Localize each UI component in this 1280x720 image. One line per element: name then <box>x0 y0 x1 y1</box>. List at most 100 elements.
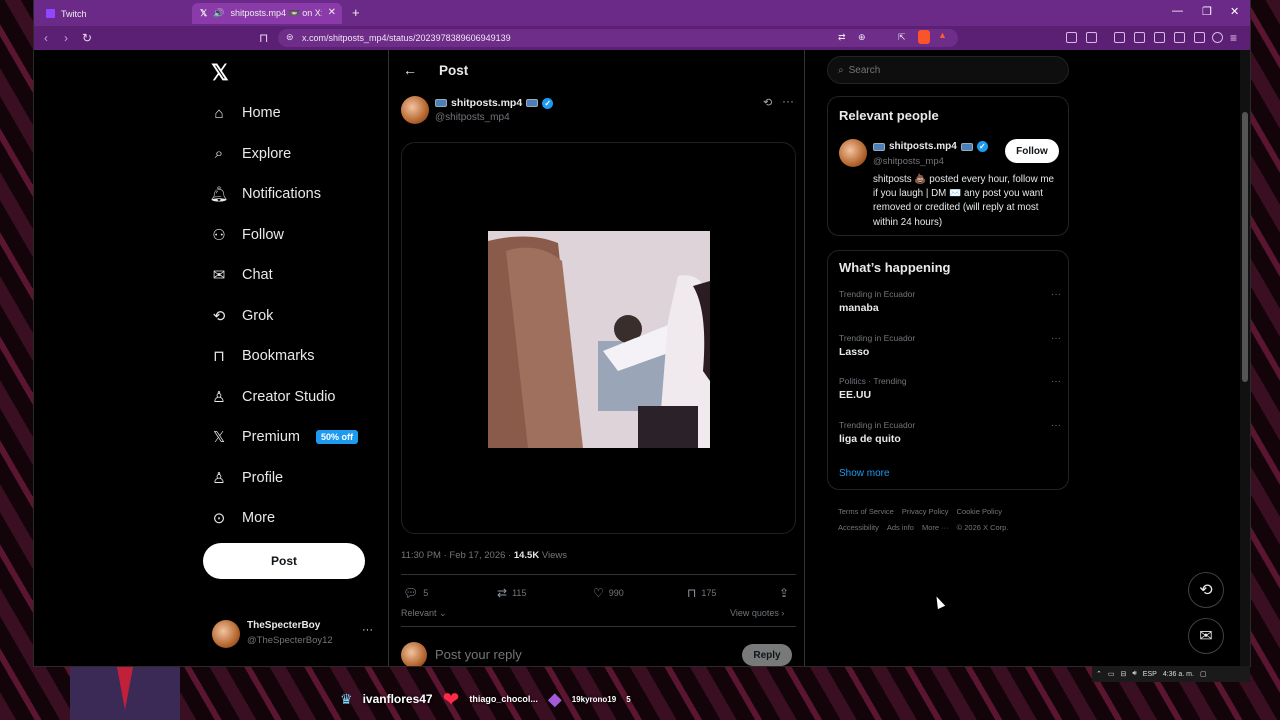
views-count: 14.5K <box>513 550 540 561</box>
translate-icon[interactable]: ⇄ <box>838 32 846 43</box>
downloads-icon[interactable] <box>1114 32 1125 43</box>
network-icon: ⊟ <box>1120 671 1127 678</box>
follow-button[interactable]: Follow <box>1005 139 1059 163</box>
nav-item-home[interactable]: ⌂ Home <box>210 98 280 128</box>
more-dots-icon[interactable]: ··· <box>1051 289 1061 300</box>
language-indicator[interactable]: ESP <box>1143 671 1157 678</box>
relevant-people-card: Relevant people shitposts.mp4 ✓ @shitpos… <box>827 96 1069 236</box>
grok-icon[interactable]: ⟲ <box>763 96 772 109</box>
view-quotes-link[interactable]: View quotes › <box>730 608 784 618</box>
zoom-icon[interactable]: ⊕ <box>858 32 866 43</box>
reply-action[interactable]: 💬︎ 5 <box>403 586 428 600</box>
like-action[interactable]: ♡ 990 <box>593 586 624 600</box>
trend-item[interactable]: Trending in Ecuador Lasso ··· <box>839 333 1061 371</box>
author-handle[interactable]: @shitposts_mp4 <box>435 112 510 123</box>
stream-overlay-background: Twitch 𝕏 🔊 shitposts.mp4 📼 on X: "... ✕ … <box>0 0 1280 720</box>
nav-item-creator-studio[interactable]: ♙ Creator Studio <box>210 382 335 412</box>
trend-item[interactable]: Politics · Trending EE.UU ··· <box>839 376 1061 414</box>
person-avatar[interactable] <box>839 139 867 167</box>
extensions-icon[interactable] <box>1066 32 1077 43</box>
video-frame[interactable] <box>488 231 710 448</box>
speaker-icon: 🔊 <box>213 8 225 18</box>
x-logo-icon[interactable]: 𝕏 <box>211 60 229 86</box>
reply-input[interactable] <box>435 647 715 662</box>
menu-icon[interactable]: ≡ <box>1230 31 1237 45</box>
trend-item[interactable]: Trending in Ecuador manaba ··· <box>839 289 1061 327</box>
share-action[interactable]: ⇪ <box>779 586 789 600</box>
more-dots-icon[interactable]: ··· <box>1051 420 1061 431</box>
footer-link[interactable]: More ··· <box>922 523 949 532</box>
footer-link[interactable]: © 2026 X Corp. <box>957 523 1009 532</box>
tab-x-post[interactable]: 𝕏 🔊 shitposts.mp4 📼 on X: "... ✕ <box>192 3 342 24</box>
home-icon: ⌂ <box>214 104 224 122</box>
show-more-link[interactable]: Show more <box>839 468 890 479</box>
scrollbar[interactable] <box>1240 50 1250 666</box>
trend-item[interactable]: Trending in Ecuador liga de quito ··· <box>839 420 1061 458</box>
footer-link[interactable]: Ads info <box>887 523 914 532</box>
url-text: x.com/shitposts_mp4/status/2023978389606… <box>302 33 511 43</box>
nav-item-explore[interactable]: ⌕ Explore <box>210 139 291 169</box>
account-switcher[interactable]: TheSpecterBoy @TheSpecterBoy12 ··· <box>212 616 382 656</box>
brave-shield-icon[interactable] <box>918 30 930 44</box>
scrollbar-thumb[interactable] <box>1242 112 1248 382</box>
wallet-icon[interactable] <box>1174 32 1185 43</box>
bookmark-action[interactable]: ⊓ 175 <box>687 586 716 600</box>
restore-icon[interactable]: ❐ <box>1202 5 1212 18</box>
person-handle[interactable]: @shitposts_mp4 <box>873 156 944 167</box>
forward-nav-icon[interactable]: › <box>64 31 68 45</box>
trend-name: EE.UU <box>839 389 872 401</box>
reload-icon[interactable]: ↻ <box>82 31 92 45</box>
url-field[interactable]: ⊜ x.com/shitposts_mp4/status/20239783896… <box>278 29 958 47</box>
video-player[interactable] <box>401 142 796 534</box>
nav-item-chat[interactable]: ✉ Chat <box>210 260 273 290</box>
mail-icon: ✉ <box>212 267 226 284</box>
more-dots-icon[interactable]: ··· <box>362 624 373 636</box>
nav-item-profile[interactable]: ♙ Profile <box>210 463 283 493</box>
author-name[interactable]: shitposts.mp4 ✓ <box>435 97 554 109</box>
back-arrow-icon[interactable]: ← <box>403 62 417 78</box>
nav-item-notifications[interactable]: 🔔︎ Notifications <box>209 179 321 209</box>
messages-fab-icon[interactable]: ✉ <box>1188 618 1224 654</box>
panel-icon[interactable] <box>1154 32 1165 43</box>
twitch-icon <box>46 9 55 18</box>
new-tab-icon[interactable]: + <box>352 5 360 20</box>
rewards-icon[interactable]: ▲ <box>938 30 947 40</box>
footer-link[interactable]: Accessibility <box>838 523 879 532</box>
bookmark-page-icon[interactable]: ⊓ <box>259 31 268 45</box>
post-button[interactable]: Post <box>203 543 365 579</box>
more-dots-icon[interactable]: ··· <box>782 94 794 108</box>
volume-icon[interactable]: 🔊︎ <box>1132 670 1136 678</box>
back-nav-icon[interactable]: ‹ <box>44 31 48 45</box>
person-name[interactable]: shitposts.mp4 ✓ <box>873 141 988 152</box>
footer-link[interactable]: Cookie Policy <box>957 507 1002 516</box>
premium-badge[interactable]: 50% off <box>316 430 359 444</box>
history-icon[interactable] <box>1134 32 1145 43</box>
leo-icon[interactable] <box>1194 32 1205 43</box>
close-tab-icon[interactable]: ✕ <box>328 7 336 18</box>
vpn-icon[interactable] <box>1212 32 1223 43</box>
minimize-icon[interactable]: — <box>1172 5 1183 17</box>
repost-action[interactable]: ⇄ 115 <box>497 586 526 600</box>
nav-item-follow[interactable]: ⚇ Follow <box>210 220 284 250</box>
footer-link[interactable]: Terms of Service <box>838 507 894 516</box>
notifications-icon[interactable]: ▢ <box>1200 670 1207 678</box>
nav-item-bookmarks[interactable]: ⊓ Bookmarks <box>210 341 314 371</box>
reply-sort-dropdown[interactable]: Relevant ⌄ <box>401 608 447 619</box>
card-title: What’s happening <box>839 260 951 275</box>
search-input[interactable]: ⌕ Search <box>827 56 1069 84</box>
reply-button[interactable]: Reply <box>742 644 792 666</box>
person-add-icon: ⚇ <box>212 226 226 244</box>
more-dots-icon[interactable]: ··· <box>1051 376 1061 387</box>
nav-item-grok[interactable]: ⟲ Grok <box>210 301 274 331</box>
grok-fab-icon[interactable]: ⟲ <box>1188 572 1224 608</box>
nav-item-more[interactable]: ⊙ More <box>210 503 275 533</box>
nav-item-premium[interactable]: 𝕏 Premium 50% off <box>210 422 359 452</box>
chevron-up-icon[interactable]: ⌃ <box>1096 670 1102 678</box>
close-window-icon[interactable]: ✕ <box>1230 5 1239 18</box>
sidebar-toggle-icon[interactable] <box>1086 32 1097 43</box>
tab-twitch[interactable]: Twitch <box>38 3 188 24</box>
author-avatar[interactable] <box>401 96 429 124</box>
more-dots-icon[interactable]: ··· <box>1051 333 1061 344</box>
share-icon[interactable]: ⇱ <box>898 32 906 43</box>
footer-link[interactable]: Privacy Policy <box>902 507 949 516</box>
